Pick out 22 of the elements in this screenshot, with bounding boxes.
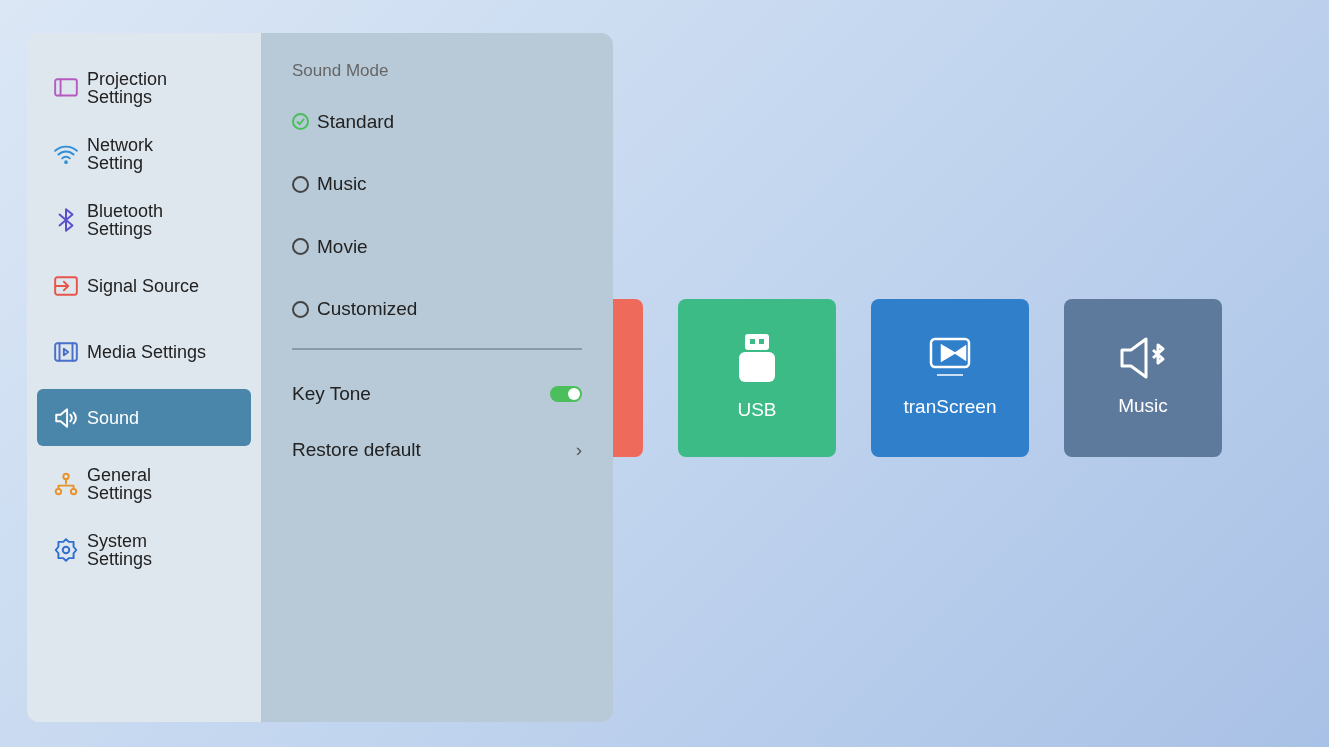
menu-item[interactable]: Sound <box>37 389 251 446</box>
section-title: Sound Mode <box>292 60 390 82</box>
app-tile[interactable]: Music <box>1064 299 1222 457</box>
menu-item[interactable]: General Settings <box>37 455 251 512</box>
radio-option[interactable]: Movie <box>292 232 582 261</box>
menu-item[interactable]: Signal Source <box>37 257 251 314</box>
restore-default-row[interactable]: Restore default › <box>292 436 582 465</box>
gear-icon <box>53 536 79 563</box>
menu-item[interactable]: Projection Settings <box>37 59 251 116</box>
radio-option[interactable]: Music <box>292 170 582 199</box>
hierarchy-icon <box>53 470 79 497</box>
toggle-switch[interactable] <box>550 385 582 402</box>
menu-item[interactable]: Bluetooth Settings <box>37 191 251 248</box>
menu-item[interactable]: System Settings <box>37 521 251 578</box>
check-icon <box>296 117 305 127</box>
app-tile[interactable] <box>613 299 643 457</box>
menu-item[interactable]: Media Settings <box>37 323 251 380</box>
app-tile[interactable]: tranScreen <box>871 299 1029 457</box>
menu-item[interactable]: Network Setting <box>37 125 251 182</box>
radio-option[interactable]: Standard <box>292 107 582 136</box>
setting-label: Key Tone <box>292 381 371 406</box>
radio-option[interactable]: Customized <box>292 295 582 324</box>
